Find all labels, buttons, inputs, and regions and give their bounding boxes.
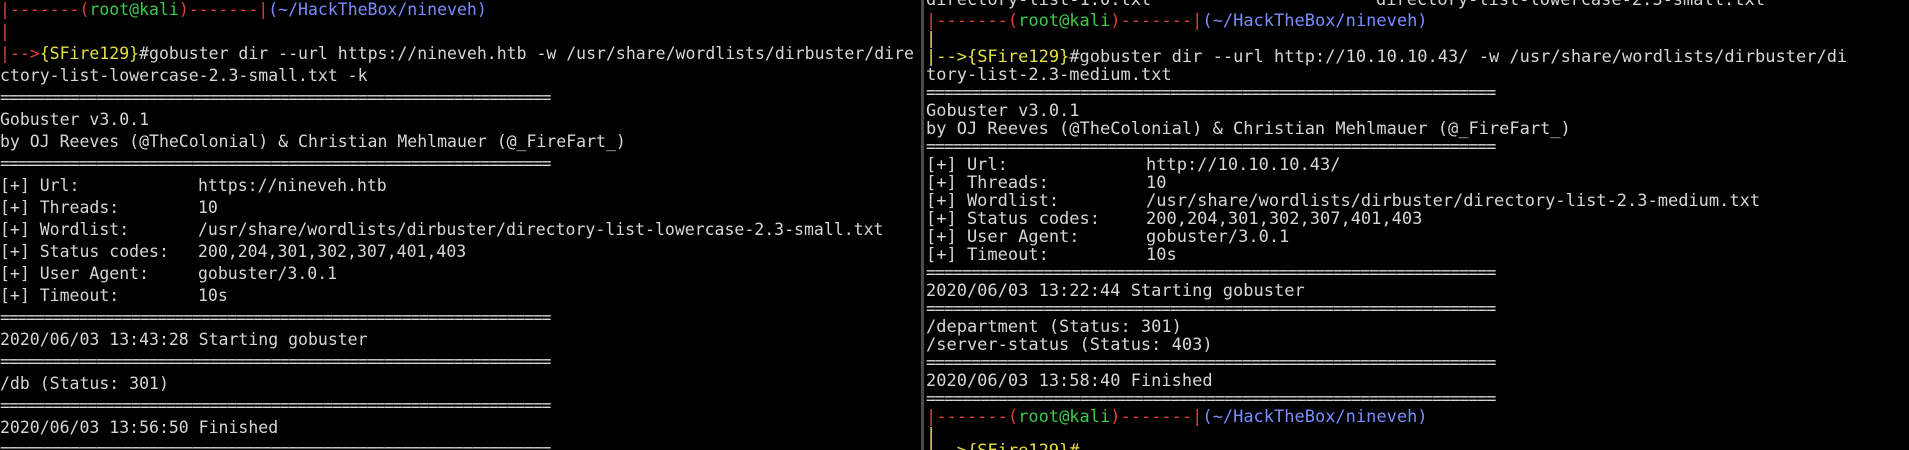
config-value: 200,204,301,302,307,401,403	[198, 242, 467, 261]
config-label: [+] Status codes:	[0, 242, 169, 261]
separator: ========================================…	[926, 263, 1496, 283]
command-continuation: tory-list-2.3-medium.txt	[926, 65, 1172, 85]
config-row: [+] Url: http://10.10.10.43/	[926, 156, 1909, 174]
config-row: [+] User Agent: gobuster/3.0.1	[0, 263, 918, 285]
prompt-user: root@kali	[1018, 11, 1111, 31]
prompt-frame-left: |-------(	[0, 0, 90, 19]
config-value: gobuster/3.0.1	[198, 264, 338, 283]
config-label: [+] Url:	[0, 176, 80, 195]
prompt-path: (~/HackTheBox/nineveh)	[1202, 11, 1428, 31]
separator: ========================================…	[926, 353, 1496, 373]
config-row: [+] Status codes: 200,204,301,302,307,401…	[926, 210, 1909, 228]
prompt-bar: |	[926, 29, 937, 49]
result-line: /server-status (Status: 403)	[926, 335, 1213, 355]
pane-divider[interactable]	[921, 0, 924, 450]
config-value: 200,204,301,302,307,401,403	[1146, 209, 1423, 229]
config-value: http://10.10.10.43/	[1146, 155, 1341, 175]
config-value: 10s	[1146, 245, 1177, 265]
gobuster-version: Gobuster v3.0.1	[0, 110, 150, 129]
config-value: 10s	[198, 286, 228, 305]
config-row: [+] Url: https://nineveh.htb	[0, 175, 918, 197]
config-row: [+] Timeout: 10s	[0, 285, 918, 307]
config-row: [+] Timeout: 10s	[926, 246, 1909, 264]
prompt-user: root@kali	[89, 0, 179, 19]
output-text: directory-list-lowercase-2.3-small.txt	[1376, 0, 1765, 10]
config-label: [+] User Agent:	[926, 227, 1080, 247]
left-terminal-pane[interactable]: |-------(root@kali)-------|(~/HackTheBox…	[0, 0, 918, 450]
config-label: [+] Url:	[926, 155, 1008, 175]
command-text: #gobuster dir --url http://10.10.10.43/ …	[1069, 47, 1848, 67]
separator: ========================================…	[0, 440, 551, 450]
start-message: 2020/06/03 13:43:28 Starting gobuster	[0, 330, 368, 349]
finish-message: 2020/06/03 13:56:50 Finished	[0, 418, 279, 437]
config-label: [+] Status codes:	[926, 209, 1100, 229]
config-row: [+] Status codes: 200,204,301,302,307,401…	[0, 241, 918, 263]
config-label: [+] Wordlist:	[0, 220, 130, 239]
start-message: 2020/06/03 13:22:44 Starting gobuster	[926, 281, 1305, 301]
config-value: 10	[198, 198, 218, 217]
prompt-frame-right: )-------|	[178, 0, 269, 19]
command-line: |-->{SFire129}#gobuster dir --url https:…	[0, 43, 918, 65]
prompt-frame-right: )-------|	[1110, 11, 1203, 31]
gobuster-authors: by OJ Reeves (@TheColonial) & Christian …	[0, 132, 626, 151]
config-row: [+] Threads: 10	[0, 197, 918, 219]
result-line: /department (Status: 301)	[926, 317, 1182, 337]
config-row: [+] Wordlist: /usr/share/wordlists/dirbus…	[926, 192, 1909, 210]
previous-output-line: directory-list-1.0.txt directory-list-low…	[926, 0, 1909, 9]
separator: ========================================…	[0, 396, 551, 415]
config-row: [+] Threads: 10	[926, 174, 1909, 192]
separator: ========================================…	[926, 389, 1496, 409]
gobuster-version: Gobuster v3.0.1	[926, 101, 1080, 121]
separator: ========================================…	[926, 137, 1496, 157]
output-text: directory-list-1.0.txt	[926, 0, 1152, 10]
prompt-arrow: |-->	[926, 47, 967, 67]
prompt-frame-left: |-------(	[926, 407, 1019, 427]
prompt-name: {SFire129}	[39, 44, 140, 63]
prompt-arrow: |-->	[0, 44, 40, 63]
shell-prompt: |-------(root@kali)-------|(~/HackTheBox…	[0, 0, 918, 21]
config-row: [+] User Agent: gobuster/3.0.1	[926, 228, 1909, 246]
gobuster-authors: by OJ Reeves (@TheColonial) & Christian …	[926, 119, 1571, 139]
active-prompt[interactable]: |-->{SFire129}#	[926, 442, 1909, 450]
separator: ========================================…	[0, 308, 551, 327]
right-terminal-pane[interactable]: directory-list-1.0.txt directory-list-low…	[926, 0, 1909, 450]
prompt-path: (~/HackTheBox/nineveh)	[1202, 407, 1428, 427]
separator: ========================================…	[926, 83, 1496, 103]
config-label: [+] Timeout:	[926, 245, 1049, 265]
separator: ========================================…	[0, 352, 551, 371]
config-value: https://nineveh.htb	[198, 176, 387, 195]
command-line: |-->{SFire129}#gobuster dir --url http:/…	[926, 48, 1909, 66]
command-continuation: ctory-list-lowercase-2.3-small.txt -k	[0, 66, 368, 85]
config-label: [+] User Agent:	[0, 264, 150, 283]
shell-prompt: |-------(root@kali)-------|(~/HackTheBox…	[926, 408, 1909, 426]
prompt-frame-right: )-------|	[1110, 407, 1203, 427]
config-label: [+] Timeout:	[0, 286, 120, 305]
separator: ========================================…	[0, 88, 551, 107]
prompt-bar: |	[0, 22, 10, 41]
config-label: [+] Wordlist:	[926, 191, 1060, 211]
config-label: [+] Threads:	[0, 198, 120, 217]
config-value: gobuster/3.0.1	[1146, 227, 1290, 247]
separator: ========================================…	[0, 154, 551, 173]
prompt-user: root@kali	[1018, 407, 1111, 427]
prompt-arrow: |-->	[926, 441, 967, 450]
prompt-name: {SFire129}	[966, 47, 1070, 67]
config-value: /usr/share/wordlists/dirbuster/directory…	[1146, 191, 1761, 211]
prompt-path: (~/HackTheBox/nineveh)	[268, 0, 487, 19]
config-value: 10	[1146, 173, 1167, 193]
prompt-name: {SFire129}#	[967, 441, 1080, 450]
command-text: #gobuster dir --url https://nineveh.htb …	[139, 44, 914, 63]
shell-prompt: |-------(root@kali)-------|(~/HackTheBox…	[926, 12, 1909, 30]
prompt-frame-left: |-------(	[926, 11, 1019, 31]
config-label: [+] Threads:	[926, 173, 1049, 193]
result-line: /db (Status: 301)	[0, 374, 169, 393]
config-value: /usr/share/wordlists/dirbuster/directory…	[198, 220, 884, 239]
separator: ========================================…	[926, 299, 1496, 319]
finish-message: 2020/06/03 13:58:40 Finished	[926, 371, 1213, 391]
config-row: [+] Wordlist: /usr/share/wordlists/dirbus…	[0, 219, 918, 241]
